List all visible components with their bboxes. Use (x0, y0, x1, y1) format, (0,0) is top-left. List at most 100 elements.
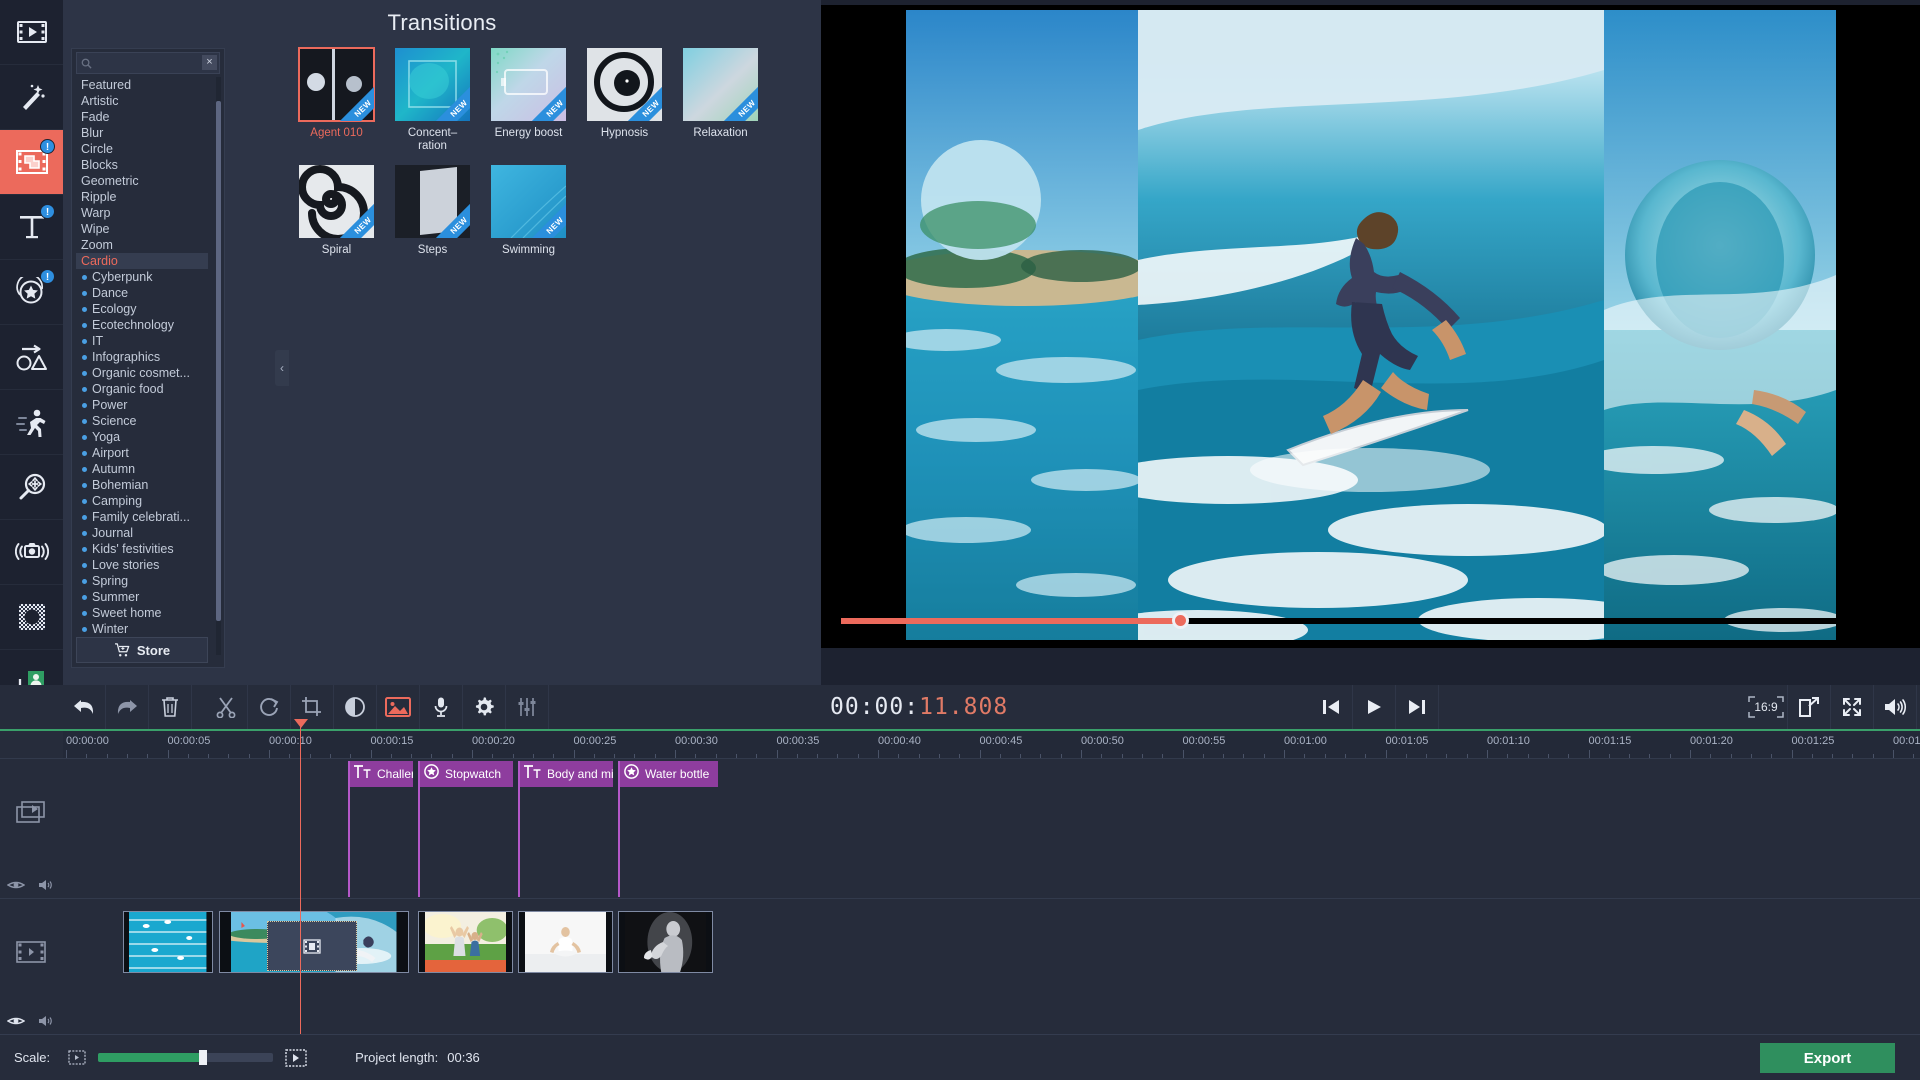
prev-frame-button[interactable] (1310, 685, 1353, 729)
undo-button[interactable] (63, 685, 106, 729)
rotate-button[interactable] (248, 685, 291, 729)
title-clip[interactable]: Water bottle (618, 761, 718, 787)
aspect-ratio-button[interactable]: 16:9 (1745, 685, 1788, 729)
category-item[interactable]: Ecotechnology (76, 317, 208, 333)
collapse-panel-button[interactable]: ‹ (275, 350, 289, 386)
clip-properties-button[interactable] (463, 685, 506, 729)
category-item[interactable]: IT (76, 333, 208, 349)
category-item[interactable]: Airport (76, 445, 208, 461)
rail-item-stabilization[interactable] (0, 520, 63, 585)
category-item[interactable]: Science (76, 413, 208, 429)
play-button[interactable] (1353, 685, 1396, 729)
category-item[interactable]: Warp (76, 205, 208, 221)
color-adjust-button[interactable] (334, 685, 377, 729)
category-item[interactable]: Dance (76, 285, 208, 301)
title-clip[interactable]: Challer (348, 761, 413, 787)
redo-button[interactable] (106, 685, 149, 729)
image-properties-button[interactable] (377, 685, 420, 729)
category-item[interactable]: Cyberpunk (76, 269, 208, 285)
rail-item-import-media[interactable] (0, 0, 63, 65)
title-track-lane[interactable]: Challer Stopwatch Body and min Water bottle (63, 758, 1920, 898)
speaker-icon[interactable] (38, 1014, 56, 1028)
category-item[interactable]: Fade (76, 109, 208, 125)
category-item[interactable]: Power (76, 397, 208, 413)
category-item[interactable]: Love stories (76, 557, 208, 573)
transition-tile[interactable]: NEW Energy boost (491, 48, 566, 153)
category-item[interactable]: Kids' festivities (76, 541, 208, 557)
category-item[interactable]: Camping (76, 493, 208, 509)
boxing-clip[interactable] (618, 911, 713, 973)
title-clip[interactable]: Stopwatch (418, 761, 513, 787)
drag-selection-marquee[interactable] (267, 921, 357, 971)
category-item[interactable]: Yoga (76, 429, 208, 445)
category-item[interactable]: Geometric (76, 173, 208, 189)
category-list[interactable]: Featured Artistic Fade Blur Circle Blocks Geom… (76, 77, 208, 655)
rail-item-pan-and-zoom[interactable] (0, 455, 63, 520)
transition-tile[interactable]: NEW Concent– ration (395, 48, 470, 153)
scrollbar-thumb[interactable] (216, 101, 221, 621)
category-item[interactable]: Summer (76, 589, 208, 605)
video-track-head[interactable] (0, 898, 63, 1034)
transition-tile[interactable]: NEW Hypnosis (587, 48, 662, 153)
category-item[interactable]: Ecology (76, 301, 208, 317)
rail-item-filters[interactable] (0, 65, 63, 130)
category-item[interactable]: Wipe (76, 221, 208, 237)
delete-button[interactable] (149, 685, 192, 729)
swimmers-pool-clip[interactable] (123, 911, 213, 973)
store-button[interactable]: Store (76, 637, 208, 663)
equalizer-button[interactable] (506, 685, 549, 729)
fullscreen-button[interactable] (1831, 685, 1874, 729)
rail-item-titles[interactable]: ! (0, 195, 63, 260)
category-item[interactable]: Bohemian (76, 477, 208, 493)
zoom-out-frame-icon[interactable] (68, 1050, 86, 1065)
rail-item-chroma-key[interactable] (0, 585, 63, 650)
title-track-head[interactable] (0, 758, 63, 898)
scale-slider[interactable] (98, 1050, 274, 1065)
category-item[interactable]: Artistic (76, 93, 208, 109)
eye-icon[interactable] (6, 1015, 25, 1027)
category-item[interactable]: Organic food (76, 381, 208, 397)
playhead-handle[interactable] (294, 719, 308, 728)
category-item[interactable]: Featured (76, 77, 208, 93)
category-item[interactable]: Winter (76, 621, 208, 637)
clear-search-button[interactable]: × (202, 55, 217, 70)
export-button[interactable]: Export (1760, 1043, 1895, 1073)
speaker-icon[interactable] (38, 878, 56, 892)
search-field[interactable]: × (76, 52, 220, 74)
rail-item-motion-tracking[interactable] (0, 390, 63, 455)
runners-clip[interactable] (418, 911, 513, 973)
category-item[interactable]: Blocks (76, 157, 208, 173)
video-track-lane[interactable] (63, 898, 1920, 1034)
category-scrollbar[interactable] (216, 77, 221, 655)
rail-item-stickers[interactable]: ! (0, 260, 63, 325)
preview-seek-bar[interactable] (841, 612, 1901, 629)
transition-tile[interactable]: NEW Swimming (491, 165, 566, 257)
transition-tile[interactable]: NEW Steps (395, 165, 470, 257)
category-item[interactable]: Family celebrati... (76, 509, 208, 525)
category-item[interactable]: Sweet home (76, 605, 208, 621)
rail-item-transitions[interactable]: ! (0, 130, 63, 195)
scale-slider-handle[interactable] (199, 1050, 208, 1065)
category-item[interactable]: Zoom (76, 237, 208, 253)
category-item[interactable]: Spring (76, 573, 208, 589)
category-item[interactable]: Autumn (76, 461, 208, 477)
rail-item-animation[interactable] (0, 325, 63, 390)
yoga-clip[interactable] (518, 911, 613, 973)
split-button[interactable] (205, 685, 248, 729)
category-item[interactable]: Journal (76, 525, 208, 541)
transition-tile[interactable]: NEW Relaxation (683, 48, 758, 153)
category-item[interactable]: Ripple (76, 189, 208, 205)
transition-tile[interactable]: NEW Agent 010 (298, 47, 375, 153)
category-item[interactable]: Infographics (76, 349, 208, 365)
record-audio-button[interactable] (420, 685, 463, 729)
next-frame-button[interactable] (1396, 685, 1439, 729)
category-item[interactable]: Circle (76, 141, 208, 157)
category-item[interactable]: Cardio (76, 253, 208, 269)
detach-preview-button[interactable] (1788, 685, 1831, 729)
eye-icon[interactable] (6, 879, 25, 891)
transition-tile[interactable]: NEW Spiral (299, 165, 374, 257)
category-item[interactable]: Blur (76, 125, 208, 141)
zoom-in-frame-icon[interactable] (285, 1048, 307, 1067)
timeline-ruler[interactable]: 00:00:00 00:00:05 00:00:10 00:00:15 00:00:20… (63, 731, 1920, 758)
title-clip[interactable]: Body and min (518, 761, 613, 787)
